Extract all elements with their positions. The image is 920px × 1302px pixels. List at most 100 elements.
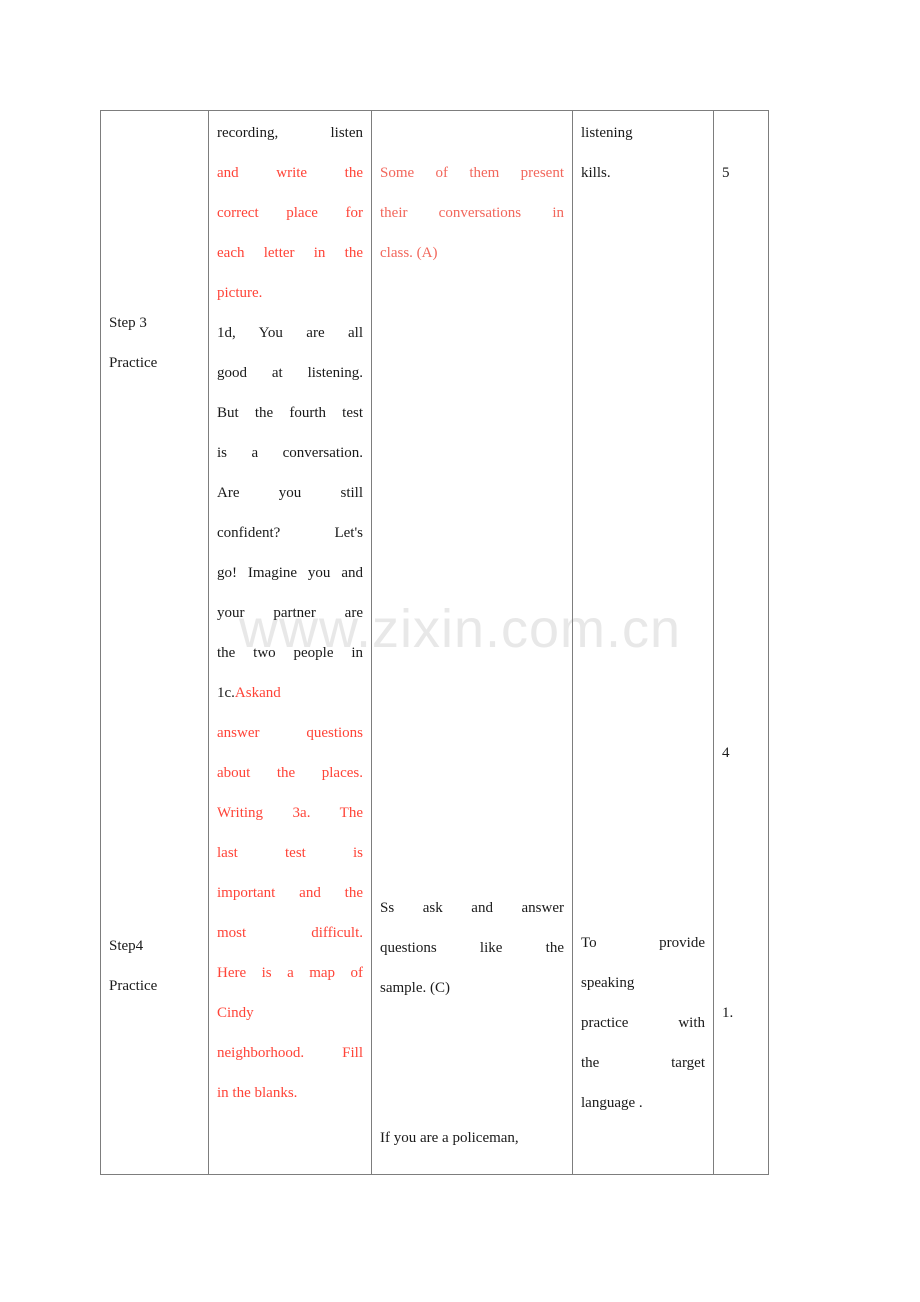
teacher-activity-inner: recording, listen and write the correct … [209,111,371,1174]
teacher-line-14-text: the two people in [217,645,363,661]
time-value-mid: 4 [722,745,730,761]
aim-line-7: language . [581,1083,705,1123]
teacher-line-15-prefix: 1c. [217,685,235,701]
student-line-5-text: questions like the [380,940,564,956]
aim-line-3: To provide [581,923,705,963]
student-activity-block-top: Some of them present their conversations… [380,153,564,273]
time-value-bottom-block: 1. [722,993,760,1033]
teacher-line-13: your partner are [217,593,363,633]
teacher-line-6-text: 1d, You are all [217,325,363,341]
cell-teaching-aim: listening kills. To provide speaking pra… [572,110,714,1175]
teacher-line-5: picture. [217,273,363,313]
lesson-plan-table: Step 3 Practice Step4 Practice recording… [100,110,769,1175]
student-line-4-text: Ss ask and answer [380,900,564,916]
table-row: Step 3 Practice Step4 Practice recording… [100,110,769,1175]
teacher-line-25: in the blanks. [217,1073,363,1113]
student-activity-inner: Some of them present their conversations… [372,111,572,1174]
step4-label-line1: Step4 [109,938,144,954]
cell-step-column: Step 3 Practice Step4 Practice [100,110,209,1175]
teacher-line-12-text: go! Imagine you and [217,565,363,581]
teaching-aim-block-top: listening kills. [581,113,705,193]
teacher-line-17: about the places. [217,753,363,793]
student-line-2: their conversations in [380,193,564,233]
teacher-line-16: answer questions [217,713,363,753]
teacher-line-9-text: is a conversation. [217,445,363,461]
teacher-line-1-text: recording, listen [217,125,363,141]
teacher-line-4-text: each letter in the [217,245,363,261]
aim-line-5: practice with [581,1003,705,1043]
teacher-line-10-text: Are you still [217,485,363,501]
teacher-line-9: is a conversation. [217,433,363,473]
teacher-line-20: important and the [217,873,363,913]
student-line-5: questions like the [380,928,564,968]
student-line-4: Ss ask and answer [380,888,564,928]
teacher-line-3: correct place for [217,193,363,233]
aim-line-7-text: language . [581,1095,643,1111]
cell-time-column: 5 4 1. [713,110,769,1175]
teacher-line-24-text: neighborhood. Fill [217,1045,363,1061]
cell-teacher-activity: recording, listen and write the correct … [208,110,372,1175]
time-value-bottom: 1. [722,1005,734,1021]
student-line-3-text: class. (A) [380,245,438,261]
teacher-line-15-ask: Ask [234,685,260,701]
student-line-1: Some of them present [380,153,564,193]
step3-label-line2: Practice [109,355,158,371]
student-activity-block-last: If you are a policeman, [380,1118,564,1158]
teacher-line-8-text: But the fourth test [217,405,363,421]
student-line-1-text: Some of them present [380,165,564,181]
teacher-activity-block-1: recording, listen and write the correct … [217,113,363,1113]
teacher-line-19: last test is [217,833,363,873]
cell-student-activity: Some of them present their conversations… [371,110,573,1175]
teacher-line-12: go! Imagine you and [217,553,363,593]
student-line-7: If you are a policeman, [380,1118,564,1158]
teacher-line-24: neighborhood. Fill [217,1033,363,1073]
step4-label-block: Step4 Practice [109,926,200,1006]
aim-line-1: listening [581,113,705,153]
teacher-line-13-text: your partner are [217,605,363,621]
teacher-line-10: Are you still [217,473,363,513]
step4-label-line2: Practice [109,978,158,994]
teacher-line-11: confident? Let's [217,513,363,553]
step-column-inner: Step 3 Practice Step4 Practice [101,111,208,1174]
teacher-line-15: 1c.Askand [217,673,363,713]
aim-line-4: speaking [581,963,705,1003]
aim-line-4-text: speaking [581,975,635,991]
student-line-6-text: sample. (C) [380,980,450,996]
teacher-line-5-text: picture. [217,285,263,301]
teacher-line-21-text: most difficult. [217,925,363,941]
teaching-aim-inner: listening kills. To provide speaking pra… [573,111,713,1174]
aim-line-6-text: the target [581,1055,705,1071]
time-value-top: 5 [722,165,730,181]
student-line-2-text: their conversations in [380,205,564,221]
teacher-line-20-text: important and the [217,885,363,901]
teacher-line-6: 1d, You are all [217,313,363,353]
teacher-line-22: Here is a map of [217,953,363,993]
aim-line-3-text: To provide [581,935,705,951]
aim-line-2: kills. [581,153,705,193]
teacher-line-18-text: Writing 3a. The [217,805,363,821]
teacher-line-8: But the fourth test [217,393,363,433]
teacher-line-2: and write the [217,153,363,193]
student-activity-block-bottom: Ss ask and answer questions like the sam… [380,888,564,1008]
time-value-mid-block: 4 [722,733,760,773]
aim-line-6: the target [581,1043,705,1083]
teacher-line-18: Writing 3a. The [217,793,363,833]
teacher-line-23-text: Cindy [217,1005,254,1021]
teacher-line-3-text: correct place for [217,205,363,221]
teacher-line-23: Cindy [217,993,363,1033]
student-line-3: class. (A) [380,233,564,273]
teacher-line-16-text: answer questions [217,725,363,741]
student-line-6: sample. (C) [380,968,564,1008]
aim-line-5-text: practice with [581,1015,705,1031]
teacher-line-11-text: confident? Let's [217,525,363,541]
aim-line-2-text: kills. [581,165,611,181]
teacher-line-15-and: and [259,685,281,701]
step3-label-line1: Step 3 [109,315,147,331]
teacher-line-14: the two people in [217,633,363,673]
teacher-line-22-text: Here is a map of [217,965,363,981]
step3-label-block: Step 3 Practice [109,303,200,383]
time-value-top-block: 5 [722,153,760,193]
time-column-inner: 5 4 1. [714,111,768,1174]
teaching-aim-block-bottom: To provide speaking practice with the ta… [581,923,705,1123]
teacher-line-1: recording, listen [217,113,363,153]
